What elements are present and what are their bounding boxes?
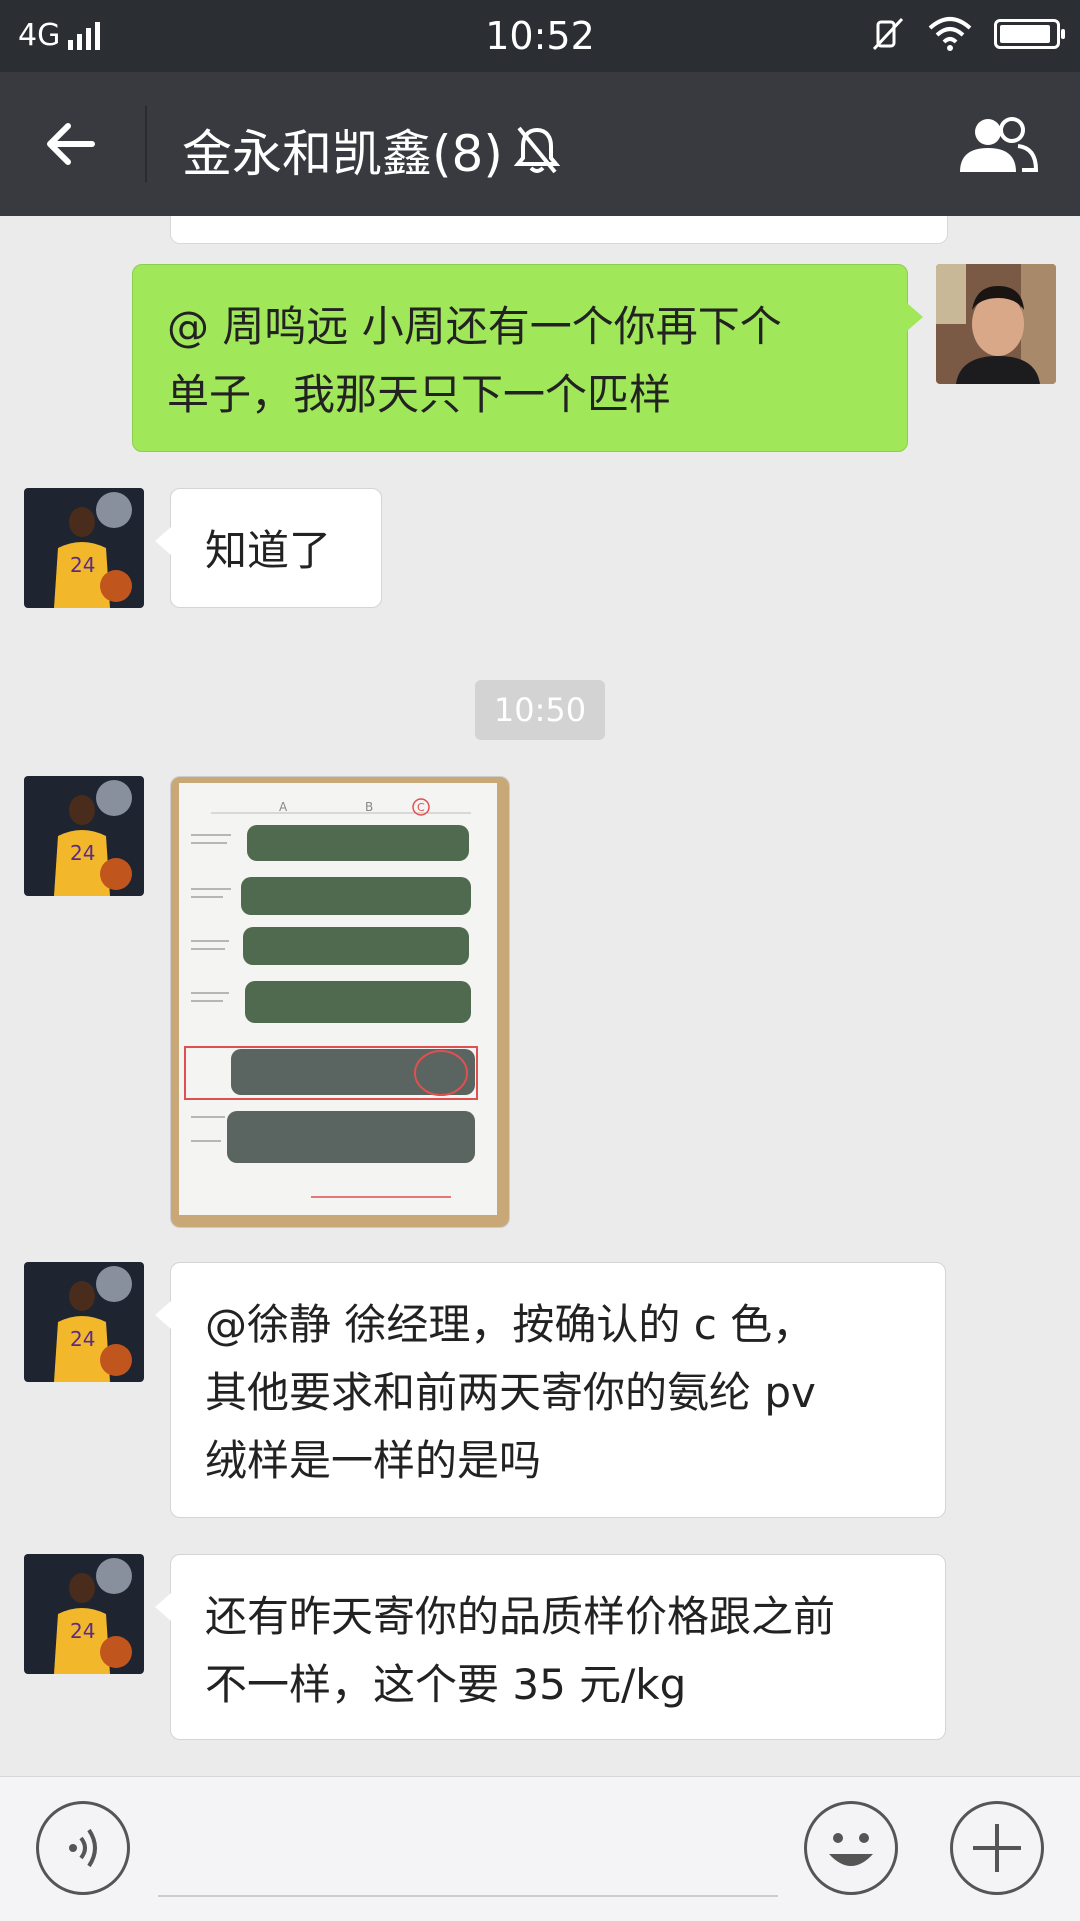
emoji-button[interactable] bbox=[804, 1801, 898, 1895]
message-text-line: 不一样，这个要 35 元/kg bbox=[205, 1660, 687, 1709]
svg-text:24: 24 bbox=[70, 1619, 95, 1643]
voice-icon bbox=[69, 1828, 97, 1868]
wifi-icon bbox=[928, 17, 972, 51]
image-message[interactable]: A B C bbox=[170, 776, 510, 1228]
svg-text:24: 24 bbox=[70, 553, 95, 577]
message-text-line: @ 周鸣远 小周还有一个你再下个 bbox=[167, 302, 782, 351]
message-bubble-received[interactable]: 知道了 bbox=[155, 488, 382, 608]
previous-message-bubble bbox=[170, 216, 948, 244]
more-options-button[interactable] bbox=[950, 1801, 1044, 1895]
message-bubble-sent[interactable]: @ 周鸣远 小周还有一个你再下个 单子，我那天只下一个匹样 bbox=[132, 264, 923, 452]
voice-input-button[interactable] bbox=[36, 1801, 130, 1895]
plus-icon bbox=[973, 1824, 1021, 1872]
svg-text:24: 24 bbox=[70, 1327, 95, 1351]
my-avatar[interactable] bbox=[936, 264, 1056, 384]
svg-text:24: 24 bbox=[70, 841, 95, 865]
battery-icon bbox=[994, 19, 1065, 49]
message-text-line: 还有昨天寄你的品质样价格跟之前 bbox=[205, 1592, 836, 1641]
sender-avatar[interactable]: 24 bbox=[24, 776, 144, 896]
message-bubble-received[interactable]: 还有昨天寄你的品质样价格跟之前 不一样，这个要 35 元/kg bbox=[155, 1554, 946, 1740]
status-icons bbox=[870, 16, 1065, 52]
message-text: 知道了 bbox=[205, 526, 332, 575]
message-bubble-received[interactable]: @徐静 徐经理，按确认的 c 色， 其他要求和前两天寄你的氨纶 pv 绒样是一样… bbox=[155, 1262, 946, 1518]
smiley-icon bbox=[829, 1833, 873, 1866]
sender-avatar[interactable]: 24 bbox=[24, 488, 144, 608]
chat-message-list[interactable]: @ 周鸣远 小周还有一个你再下个 单子，我那天只下一个匹样 24 知道了 10:… bbox=[0, 216, 1080, 1776]
mute-bell-icon bbox=[513, 126, 561, 174]
nav-divider bbox=[145, 106, 147, 182]
chat-header: 金永和凯鑫(8) bbox=[0, 72, 1080, 216]
status-bar: 4G 10:52 bbox=[0, 0, 1080, 72]
chat-title-group: 金永和凯鑫(8) bbox=[182, 114, 561, 186]
message-text-line: 其他要求和前两天寄你的氨纶 pv bbox=[205, 1368, 816, 1417]
message-text-line: 绒样是一样的是吗 bbox=[205, 1436, 542, 1485]
photo-label-c: C bbox=[417, 801, 425, 814]
message-text-line: @徐静 徐经理，按确认的 c 色， bbox=[205, 1300, 815, 1349]
timestamp-chip: 10:50 bbox=[475, 680, 605, 740]
input-bar bbox=[0, 1776, 1080, 1921]
sender-avatar[interactable]: 24 bbox=[24, 1554, 144, 1674]
chat-title: 金永和凯鑫(8) bbox=[182, 125, 503, 183]
message-text-field[interactable] bbox=[158, 1895, 778, 1897]
back-arrow-icon[interactable] bbox=[40, 114, 100, 174]
photo-label-b: B bbox=[365, 800, 373, 814]
photo-label-a: A bbox=[279, 800, 288, 814]
group-members-icon[interactable] bbox=[956, 112, 1040, 176]
sender-avatar[interactable]: 24 bbox=[24, 1262, 144, 1382]
vibrate-off-icon bbox=[872, 17, 904, 51]
message-text-line: 单子，我那天只下一个匹样 bbox=[167, 370, 672, 419]
